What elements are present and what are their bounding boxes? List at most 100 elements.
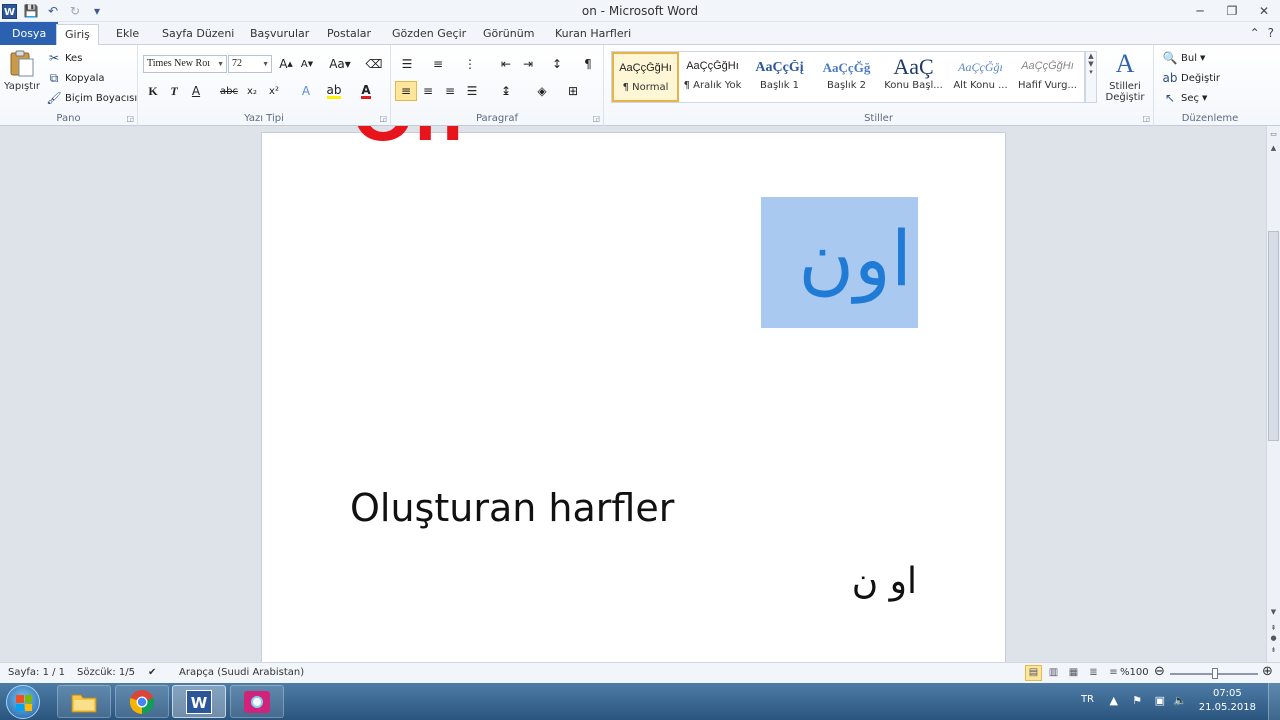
- windows-taskbar: W TR ▲ ⚑ ▣ 🔈 07:05 21.05.2018: [0, 683, 1280, 720]
- tab-review[interactable]: Gözden Geçir: [384, 24, 474, 45]
- zoom-level[interactable]: %100: [1120, 667, 1149, 678]
- page-counter[interactable]: Sayfa: 1 / 1: [8, 667, 65, 678]
- zoom-out-icon[interactable]: ⊖: [1154, 664, 1165, 679]
- tray-expand-icon[interactable]: ▲: [1110, 694, 1118, 707]
- scroll-up-icon[interactable]: ▲: [1267, 142, 1280, 155]
- cut-button[interactable]: ✂ Kes: [46, 49, 82, 67]
- styles-expand-icon[interactable]: ◲: [1142, 114, 1150, 123]
- document-page[interactable]: On اون Oluşturan harfler او ن: [261, 126, 1006, 662]
- help-icon[interactable]: ?: [1268, 26, 1274, 40]
- style-heading-2[interactable]: AaÇçĞğ Başlık 2: [813, 52, 880, 102]
- close-button[interactable]: ✕: [1248, 0, 1280, 22]
- proofing-icon[interactable]: ✔: [148, 667, 156, 678]
- zoom-slider-thumb[interactable]: [1212, 668, 1218, 679]
- ribbon-minimize-icon[interactable]: ⌃: [1250, 26, 1260, 40]
- paste-button[interactable]: Yapıştır: [4, 49, 40, 92]
- tab-file[interactable]: Dosya: [0, 22, 59, 45]
- scroll-down-icon[interactable]: ▼: [1267, 606, 1280, 619]
- taskbar-explorer[interactable]: [57, 685, 111, 718]
- borders-icon[interactable]: ⊞: [562, 81, 584, 101]
- format-painter-label: Biçim Boyacısı: [65, 92, 138, 104]
- clipboard-expand-icon[interactable]: ◲: [126, 114, 134, 123]
- decrease-indent-icon[interactable]: ⇤: [495, 54, 517, 74]
- styles-gallery-scroll[interactable]: ▲ ▼ ▾: [1085, 51, 1097, 103]
- copy-button[interactable]: ⧉ Kopyala: [46, 69, 105, 87]
- bold-button[interactable]: K: [142, 81, 164, 101]
- network-icon[interactable]: ▣: [1155, 694, 1165, 707]
- action-center-flag-icon[interactable]: ⚑: [1132, 694, 1142, 707]
- change-case-button[interactable]: Aa▾: [326, 54, 354, 74]
- style-heading-1[interactable]: AaÇçĞį Başlık 1: [746, 52, 813, 102]
- full-screen-reading-icon[interactable]: ▥: [1045, 665, 1062, 681]
- tab-view[interactable]: Görünüm: [475, 24, 542, 45]
- style-normal[interactable]: AaÇçĞğHı ¶ Normal: [612, 52, 679, 102]
- minimize-button[interactable]: ─: [1184, 0, 1216, 22]
- tab-quran-letters[interactable]: Kuran Harfleri: [547, 24, 639, 45]
- replace-button[interactable]: ab Değiştir: [1162, 69, 1221, 87]
- language-indicator[interactable]: Arapça (Suudi Arabistan): [179, 667, 304, 678]
- strikethrough-button[interactable]: abc: [218, 81, 240, 101]
- taskbar-chrome[interactable]: [115, 685, 169, 718]
- taskbar-word[interactable]: W: [172, 685, 226, 718]
- underline-button[interactable]: A: [185, 81, 207, 101]
- superscript-button[interactable]: x²: [263, 81, 285, 101]
- multilevel-list-icon[interactable]: ⋮: [459, 54, 481, 74]
- numbering-icon[interactable]: ≡: [427, 54, 449, 74]
- find-button[interactable]: 🔍 Bul ▼: [1162, 49, 1206, 67]
- pilcrow-icon[interactable]: ¶: [577, 54, 599, 74]
- subscript-button[interactable]: x₂: [241, 81, 263, 101]
- start-button[interactable]: [6, 685, 40, 719]
- paragraph-expand-icon[interactable]: ◲: [592, 114, 600, 123]
- replace-label: Değiştir: [1181, 72, 1220, 84]
- chevron-down-icon: ▼: [1199, 54, 1206, 62]
- sort-icon[interactable]: ↕: [546, 54, 568, 74]
- vertical-scrollbar[interactable]: ▭ ▲ ▼ ⇞ ● ⇟: [1266, 126, 1280, 662]
- clock[interactable]: 07:05 21.05.2018: [1199, 687, 1256, 715]
- shrink-font-button[interactable]: A ▼: [296, 54, 318, 74]
- show-desktop-button[interactable]: [1268, 683, 1280, 720]
- increase-indent-icon[interactable]: ⇥: [517, 54, 539, 74]
- taskbar-recorder[interactable]: [230, 685, 284, 718]
- italic-button[interactable]: T: [163, 81, 185, 101]
- font-color-icon[interactable]: A: [355, 81, 377, 101]
- tab-page-layout[interactable]: Sayfa Düzeni: [154, 24, 242, 45]
- bullets-icon[interactable]: ☰: [396, 54, 418, 74]
- tab-insert[interactable]: Ekle: [108, 24, 147, 45]
- style-subtitle[interactable]: AaÇçĞğı Alt Konu ...: [947, 52, 1014, 102]
- justify-button[interactable]: ☰: [461, 81, 483, 101]
- tab-references[interactable]: Başvurular: [242, 24, 317, 45]
- align-right-button[interactable]: ≡: [439, 81, 461, 101]
- keyboard-language[interactable]: TR: [1081, 694, 1094, 705]
- chevron-down-icon: ▼: [217, 60, 224, 68]
- font-expand-icon[interactable]: ◲: [379, 114, 387, 123]
- print-layout-icon[interactable]: ▤: [1025, 665, 1042, 681]
- highlight-icon[interactable]: ab: [323, 81, 345, 101]
- outline-icon[interactable]: ≣: [1085, 665, 1102, 681]
- grow-font-button[interactable]: A ▲: [275, 54, 297, 74]
- clear-formatting-icon[interactable]: ⌫: [363, 54, 385, 74]
- style-subtle-emphasis[interactable]: AaÇçĞğHı Hafif Vurg...: [1014, 52, 1081, 102]
- line-spacing-icon[interactable]: ↨: [495, 81, 517, 101]
- text-effects-icon[interactable]: A: [295, 81, 317, 101]
- align-center-button[interactable]: ≡: [417, 81, 439, 101]
- style-title[interactable]: AaÇ Konu Başl...: [880, 52, 947, 102]
- ruler-toggle-icon[interactable]: ▭: [1267, 128, 1280, 141]
- selected-text-highlight[interactable]: اون: [761, 197, 918, 328]
- style-no-spacing[interactable]: AaÇçĞğHı ¶ Aralık Yok: [679, 52, 746, 102]
- volume-icon[interactable]: 🔈: [1173, 694, 1187, 707]
- scroll-thumb[interactable]: [1268, 231, 1279, 441]
- font-name-combo[interactable]: Times New Roı ▼: [143, 55, 227, 73]
- web-layout-icon[interactable]: ▦: [1065, 665, 1082, 681]
- word-counter[interactable]: Sözcük: 1/5: [77, 667, 135, 678]
- maximize-button[interactable]: ❐: [1216, 0, 1248, 22]
- align-left-button[interactable]: ≡: [395, 81, 417, 101]
- change-styles-button[interactable]: A Stilleri Değiştir: [1100, 49, 1150, 103]
- tab-mailings[interactable]: Postalar: [319, 24, 379, 45]
- select-button[interactable]: ↖ Seç ▼: [1162, 89, 1207, 107]
- format-painter-button[interactable]: 🖌 Biçim Boyacısı: [46, 89, 137, 107]
- zoom-in-icon[interactable]: ⊕: [1262, 664, 1273, 679]
- font-size-combo[interactable]: 72 ▼: [228, 55, 272, 73]
- tab-home[interactable]: Giriş: [56, 24, 99, 46]
- shading-icon[interactable]: ◈: [531, 81, 553, 101]
- next-page-icon[interactable]: ⇟: [1267, 644, 1280, 657]
